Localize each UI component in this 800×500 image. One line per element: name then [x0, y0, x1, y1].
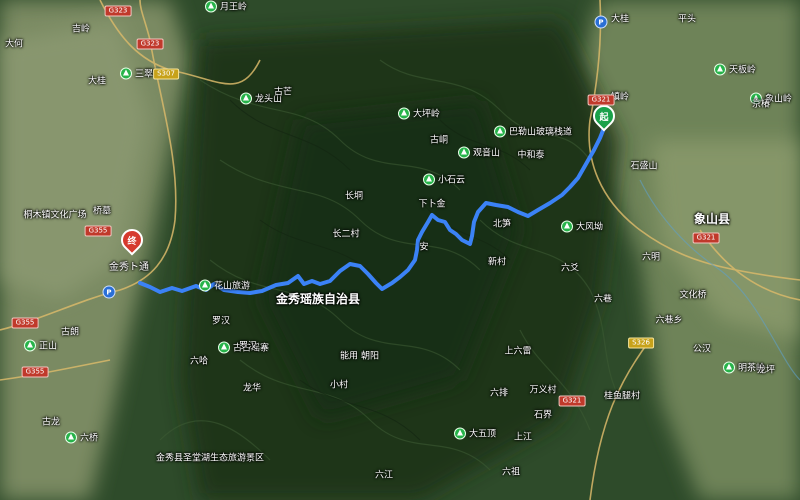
place-l31: 古朗	[60, 327, 80, 338]
place-l51: 平头	[677, 14, 697, 25]
scenic-spot-icon	[714, 63, 726, 75]
map-view[interactable]: 终 金秀ト通 起 P P 金秀瑶族自治县 象山县 月王岭 三翠岭 大坪岭 巴勒山…	[0, 0, 800, 500]
place-l27: 上六雷	[504, 346, 532, 357]
place-l50: 下卜金	[418, 199, 446, 210]
place-l55: 大桂	[610, 14, 630, 25]
place-l20: 新村	[487, 257, 507, 268]
poi-l03[interactable]: 月王岭	[205, 0, 247, 13]
place-l07: 桥墓	[92, 206, 112, 217]
scenic-spot-icon	[218, 341, 230, 353]
road-shield: G355	[11, 317, 39, 329]
parking-icon[interactable]: P	[102, 285, 116, 299]
poi-l34[interactable]: 天板岭	[714, 63, 756, 76]
scenic-spot-icon	[240, 92, 252, 104]
poi-l10[interactable]: 巴勒山玻璃栈道	[494, 125, 572, 138]
place-l56: 京椿	[751, 99, 771, 110]
road-shield: G321	[558, 395, 586, 407]
place-l12: 中和泰	[517, 150, 545, 161]
place-l23: 罗汉	[211, 316, 231, 327]
poi-l32[interactable]: 正山	[24, 339, 57, 352]
road-shield: G323	[136, 38, 164, 50]
road-shield: G321	[587, 94, 615, 106]
place-l38: 龙坪	[756, 365, 776, 376]
poi-l11[interactable]: 观音山	[458, 146, 500, 159]
place-l42: 六哈	[189, 356, 209, 367]
scenic-spot-icon	[561, 220, 573, 232]
place-l25: 能用	[339, 351, 359, 362]
place-l39: 上江	[513, 432, 533, 443]
scenic-spot-icon	[454, 427, 466, 439]
place-l58: 古芒	[273, 87, 293, 98]
scenic-spot-icon	[199, 279, 211, 291]
place-l30: 六祖	[501, 467, 521, 478]
scenic-spot-icon	[205, 0, 217, 12]
scenic-spot-icon	[120, 67, 132, 79]
place-l06: 桐木镇文化广场	[23, 210, 87, 221]
place-l44: 小村	[329, 380, 349, 391]
place-l28: 万义村	[529, 385, 557, 396]
county-label: 金秀瑶族自治县	[275, 292, 361, 306]
place-l40: 石界	[533, 410, 553, 421]
road-shield: G355	[84, 225, 112, 237]
scenic-spot-icon	[723, 361, 735, 373]
place-l01: 大何	[4, 39, 24, 50]
place-l59: 六明	[641, 252, 661, 263]
place-l17: 金秀县圣堂湖生态旅游景区	[155, 453, 265, 464]
poi-l16[interactable]: 大风坳	[561, 220, 603, 233]
poi-l13[interactable]: 小石云	[423, 173, 465, 186]
place-l26: 朝阳	[360, 351, 380, 362]
place-l48: 古峒	[429, 135, 449, 146]
poi-l18[interactable]: 大五顶	[454, 427, 496, 440]
place-l60: 长垌	[344, 191, 364, 202]
place-l24: 龙华	[242, 383, 262, 394]
place-l46: 六巷乡	[655, 315, 683, 326]
road-shield: S326	[628, 337, 654, 349]
place-l02: 吉岭	[71, 24, 91, 35]
scenic-spot-icon	[458, 146, 470, 158]
place-l45: 罗汉	[238, 341, 258, 352]
end-marker-label: 金秀ト通	[109, 262, 149, 273]
scenic-spot-icon	[423, 173, 435, 185]
place-l47: 长二村	[332, 229, 360, 240]
road-shield: S307	[153, 68, 179, 80]
scenic-spot-icon	[398, 107, 410, 119]
place-l53: 石盛山	[630, 161, 658, 172]
poi-l09[interactable]: 大坪岭	[398, 107, 440, 120]
scenic-spot-icon	[494, 125, 506, 137]
place-l21: 六爻	[560, 263, 580, 274]
scenic-spot-icon	[24, 339, 36, 351]
poi-l33[interactable]: 六桥	[65, 431, 98, 444]
place-l29: 六排	[489, 388, 509, 399]
scenic-spot-icon	[65, 431, 77, 443]
place-l41: 古龙	[41, 417, 61, 428]
place-l19: 北笋	[492, 219, 512, 230]
road-shield: G323	[104, 5, 132, 17]
place-l43: 六江	[374, 470, 394, 481]
end-county-label: 象山县	[693, 212, 731, 226]
parking-icon[interactable]: P	[594, 15, 608, 29]
place-l49: 安	[419, 242, 429, 253]
poi-l14[interactable]: 花山旅游	[199, 279, 250, 292]
place-l37: 桂鱼腿村	[603, 391, 641, 402]
road-shield: G355	[21, 366, 49, 378]
place-l04: 大桂	[87, 76, 107, 87]
place-l22: 六巷	[593, 294, 613, 305]
place-l54: 文化桥	[679, 290, 707, 301]
road-shield: G321	[692, 232, 720, 244]
place-l57: 公汉	[692, 344, 712, 355]
